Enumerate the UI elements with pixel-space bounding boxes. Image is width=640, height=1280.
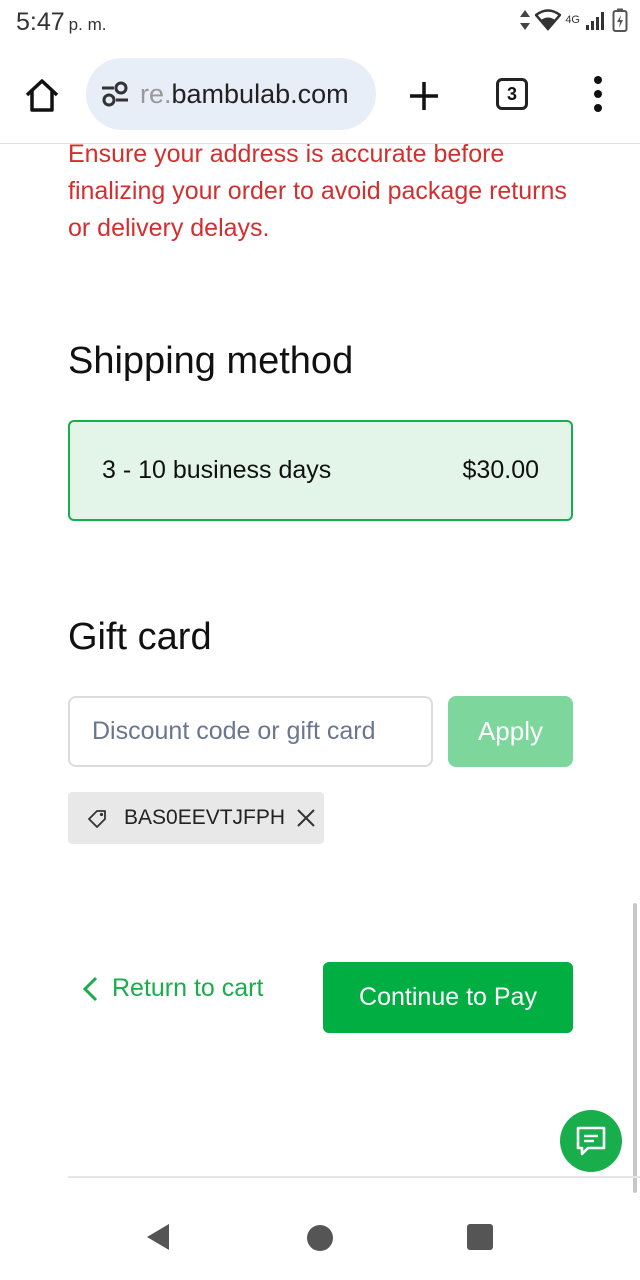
new-tab-plus-icon[interactable]: [404, 76, 444, 116]
status-bar: 5:47 p. m. 4G: [0, 0, 640, 48]
url-domain: bambulab.com: [171, 78, 349, 109]
recents-square-button[interactable]: [467, 1224, 493, 1250]
more-vert-icon[interactable]: [586, 74, 610, 114]
tag-icon: [88, 810, 106, 828]
shipping-method-title: Shipping method: [68, 340, 354, 382]
return-to-cart-label: Return to cart: [112, 974, 264, 1002]
chevron-left-icon: [82, 976, 98, 1001]
return-to-cart-link[interactable]: Return to cart: [80, 974, 263, 1003]
url-bar[interactable]: re.bambulab.com: [86, 58, 376, 130]
continue-to-pay-button[interactable]: Continue to Pay: [323, 962, 573, 1033]
status-icons: 4G: [519, 8, 628, 32]
checkout-content: Ensure your address is accurate before f…: [0, 144, 640, 1174]
battery-icon: [612, 8, 628, 32]
tab-switcher-button[interactable]: 3: [496, 78, 528, 110]
status-time: 5:47 p. m.: [16, 8, 106, 37]
footer-divider: [68, 1176, 640, 1178]
wifi-icon: [535, 9, 562, 31]
data-arrows-icon: [520, 10, 531, 30]
signal-icon: [586, 12, 604, 30]
url-prefix: re.: [140, 78, 172, 109]
home-circle-button[interactable]: [307, 1225, 333, 1251]
browser-toolbar: re.bambulab.com 3: [0, 48, 640, 144]
chat-button[interactable]: [560, 1110, 622, 1172]
time-value: 5:47: [16, 8, 65, 36]
discount-code-input[interactable]: [68, 696, 433, 767]
home-icon[interactable]: [22, 76, 62, 116]
tune-icon[interactable]: [100, 81, 130, 107]
shipping-option-price: $30.00: [462, 456, 539, 484]
system-nav-bar: [0, 1196, 640, 1280]
address-warning: Ensure your address is accurate before f…: [68, 144, 567, 242]
applied-code-text: BAS0EEVTJFPH: [124, 806, 286, 829]
back-triangle-icon[interactable]: [145, 1222, 171, 1252]
close-icon[interactable]: [295, 807, 317, 829]
time-ampm: p. m.: [68, 15, 107, 34]
gift-card-title: Gift card: [68, 616, 212, 658]
shipping-option-label: 3 - 10 business days: [102, 456, 332, 484]
network-type: 4G: [565, 14, 580, 26]
scrollbar[interactable]: [633, 903, 637, 1193]
chat-icon: [576, 1126, 606, 1156]
applied-code-chip: BAS0EEVTJFPH: [68, 792, 324, 844]
shipping-option-selected[interactable]: 3 - 10 business days $30.00: [68, 420, 573, 521]
apply-button[interactable]: Apply: [448, 696, 573, 767]
url-text[interactable]: re.bambulab.com: [140, 79, 349, 110]
